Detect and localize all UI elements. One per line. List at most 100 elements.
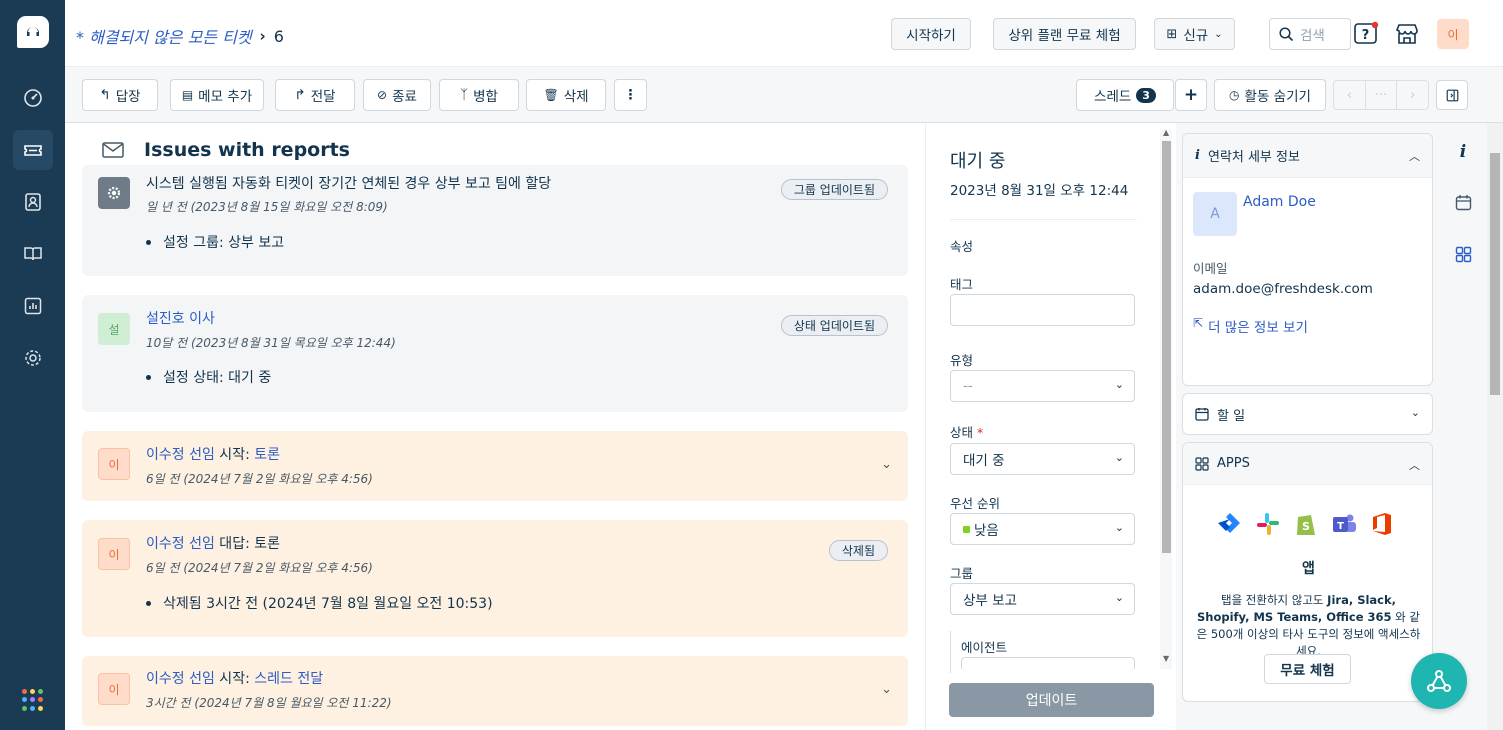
add-note-button[interactable]: ▤ 메모 추가 <box>170 79 264 111</box>
marketplace-icon[interactable] <box>1391 18 1423 50</box>
user-avatar[interactable]: 이 <box>1437 19 1469 49</box>
thread-button[interactable]: 스레드 3 <box>1076 79 1174 111</box>
activity-time: 일 년 전 (2023년 8월 15일 화요일 오전 8:09) <box>146 200 388 214</box>
hide-activity-button[interactable]: ◷ 활동 숨기기 <box>1214 79 1326 111</box>
group-value: 상부 보고 <box>963 593 1017 609</box>
help-icon[interactable]: ? <box>1350 18 1382 50</box>
type-value: -- <box>963 378 973 394</box>
right-sidebar: i 연락처 세부 정보 ︿ A Adam Doe 이메일 adam.doe@fr… <box>1176 123 1439 730</box>
view-name-link[interactable]: * 해결되지 않은 모든 티켓 <box>76 24 252 48</box>
search-icon <box>1279 26 1294 41</box>
breadcrumb: * 해결되지 않은 모든 티켓 › 6 <box>76 24 284 48</box>
type-select[interactable]: -- ⌄ <box>950 370 1135 402</box>
expand-chevron-icon[interactable]: ⌄ <box>881 682 892 697</box>
toggle-sidebar-button[interactable] <box>1436 80 1468 110</box>
forward-button[interactable]: ↱ 전달 <box>275 79 355 111</box>
settings-icon[interactable] <box>13 338 53 378</box>
activity-time: 3시간 전 (2024년 7월 8일 월요일 오전 11:22) <box>146 696 392 710</box>
page-scroll-thumb[interactable] <box>1490 153 1500 395</box>
pager-more[interactable]: ··· <box>1366 81 1398 109</box>
reply-button[interactable]: ↰ 답장 <box>82 79 158 111</box>
scroll-down-icon[interactable]: ▼ <box>1163 654 1169 663</box>
properties-scroll-thumb[interactable] <box>1162 141 1171 553</box>
avatar: 이 <box>98 538 130 570</box>
plus-icon: + <box>1183 85 1199 105</box>
app-logos: S T <box>1216 510 1396 538</box>
tags-label: 태그 <box>950 277 974 292</box>
apps-panel-header[interactable]: APPS ︿ <box>1183 443 1432 485</box>
tickets-icon[interactable] <box>13 130 53 170</box>
activity-card[interactable]: 이 이수정 선임 시작: 스레드 전달 3시간 전 (2024년 7월 8일 월… <box>82 656 908 726</box>
thread-forward-link[interactable]: 스레드 전달 <box>254 671 323 687</box>
reports-icon[interactable] <box>13 286 53 326</box>
apps-grid-icon <box>1195 456 1209 471</box>
merge-button[interactable]: ᛉ 병합 <box>439 79 519 111</box>
prev-ticket-icon[interactable]: ‹ <box>1334 81 1366 109</box>
note-icon: ▤ <box>181 88 194 102</box>
discussion-link[interactable]: 토론 <box>254 447 280 463</box>
conversation-pane: Issues with reports 시스템 실행됨 자동화 티켓이 장기간 … <box>65 123 925 730</box>
agent-divider <box>950 631 951 673</box>
scroll-up-icon[interactable]: ▲ <box>1163 128 1169 137</box>
trash-icon: 🗑 <box>543 88 559 102</box>
automation-gear-icon <box>98 177 130 209</box>
new-dropdown-button[interactable]: ⊞ 신규 ⌄ <box>1154 18 1235 50</box>
contact-email: adam.doe@freshdesk.com <box>1193 281 1373 297</box>
actor-link[interactable]: 이수정 선임 <box>146 447 215 463</box>
next-ticket-icon[interactable]: › <box>1397 81 1428 109</box>
activity-title: 이수정 선임 시작: 스레드 전달 <box>146 668 323 688</box>
actor-link[interactable]: 설진호 이사 <box>146 311 215 327</box>
knowledge-base-icon[interactable] <box>13 234 53 274</box>
activity-card[interactable]: 이 이수정 선임 시작: 토론 6일 전 (2024년 7월 2일 화요일 오후… <box>82 431 908 501</box>
status-badge: 상태 업데이트됨 <box>780 315 888 336</box>
ticket-action-bar: ↰ 답장 ▤ 메모 추가 ↱ 전달 ⊘ 종료 ᛉ 병합 🗑 삭제 ⋮ 스레드 3 + ◷ 활동… <box>65 67 1503 123</box>
breadcrumb-arrow-icon: › <box>259 27 266 45</box>
activity-card: 시스템 실행됨 자동화 티켓이 장기간 연체된 경우 상부 보고 팀에 할당 일… <box>82 165 908 276</box>
page-scrollbar[interactable] <box>1487 123 1503 730</box>
agent-label: 에이전트 <box>961 640 1008 655</box>
tags-input[interactable] <box>950 294 1135 326</box>
activity-time: 10달 전 (2023년 8월 31일 목요일 오후 12:44) <box>146 336 396 350</box>
start-button[interactable]: 시작하기 <box>891 18 971 50</box>
actor-link[interactable]: 이수정 선임 <box>146 671 215 687</box>
activity-title: 시스템 실행됨 자동화 티켓이 장기간 연체된 경우 상부 보고 팀에 할당 <box>146 176 552 192</box>
priority-select[interactable]: 낮음 ⌄ <box>950 513 1135 545</box>
info-icon[interactable]: i <box>1451 140 1475 164</box>
status-select[interactable]: 대기 중 ⌄ <box>950 443 1135 475</box>
todo-panel[interactable]: 할 일 ⌄ <box>1182 393 1433 435</box>
top-bar: * 해결되지 않은 모든 티켓 › 6 시작하기 상위 플랜 무료 체험 ⊞ 신… <box>65 0 1503 67</box>
more-info-link[interactable]: ⇱ 더 많은 정보 보기 <box>1193 316 1308 336</box>
activity-detail-text: 설정 그룹: 상부 보고 <box>163 235 285 251</box>
dashboard-icon[interactable] <box>13 78 53 118</box>
svg-text:?: ? <box>1362 28 1370 43</box>
contact-panel-header[interactable]: i 연락처 세부 정보 ︿ <box>1183 134 1432 178</box>
freddy-ai-button[interactable] <box>1411 653 1467 709</box>
agent-select[interactable] <box>961 657 1135 669</box>
more-actions-button[interactable]: ⋮ <box>614 79 647 111</box>
upgrade-trial-button[interactable]: 상위 플랜 무료 체험 <box>993 18 1136 50</box>
status-value: 대기 중 <box>963 453 1005 469</box>
expand-chevron-icon[interactable]: ⌄ <box>881 457 892 472</box>
add-thread-button[interactable]: + <box>1175 79 1207 111</box>
close-ticket-button[interactable]: ⊘ 종료 <box>363 79 431 111</box>
contacts-icon[interactable] <box>13 182 53 222</box>
update-button[interactable]: 업데이트 <box>949 683 1154 717</box>
history-icon: ◷ <box>1229 88 1240 102</box>
search-input[interactable]: 검색 <box>1269 18 1351 50</box>
delete-button[interactable]: 🗑 삭제 <box>526 79 606 111</box>
thread-label: 스레드 <box>1094 89 1132 105</box>
free-trial-button[interactable]: 무료 체험 <box>1264 654 1351 684</box>
app-switcher-icon[interactable] <box>22 689 44 711</box>
todo-panel-header[interactable]: 할 일 ⌄ <box>1183 394 1432 434</box>
merge-icon: ᛉ <box>460 87 469 103</box>
apps-grid-icon[interactable] <box>1451 242 1475 266</box>
calendar-icon[interactable] <box>1451 190 1475 214</box>
search-placeholder: 검색 <box>1300 28 1325 44</box>
group-select[interactable]: 상부 보고 ⌄ <box>950 583 1135 615</box>
freshdesk-logo[interactable] <box>17 16 49 48</box>
status-label: 상태 * <box>950 422 983 441</box>
actor-link[interactable]: 이수정 선임 <box>146 536 215 552</box>
chevron-down-icon: ⌄ <box>1410 406 1420 419</box>
delete-label: 삭제 <box>563 89 589 105</box>
contact-name-link[interactable]: Adam Doe <box>1243 194 1316 210</box>
